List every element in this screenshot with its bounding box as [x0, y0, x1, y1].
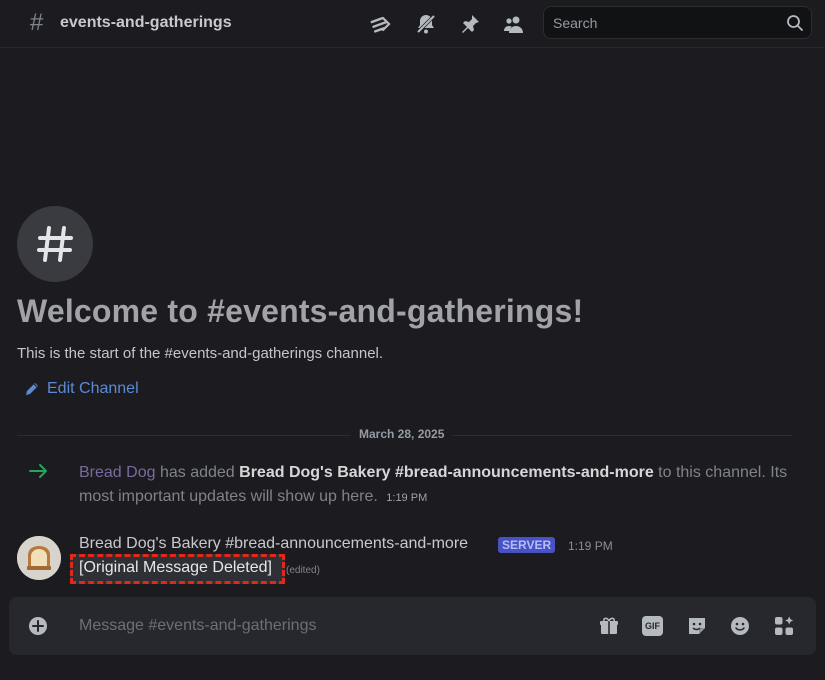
hash-icon: [37, 226, 73, 262]
search-box[interactable]: [543, 6, 812, 39]
message-author[interactable]: Bread Dog's Bakery #bread-announcements-…: [79, 535, 468, 553]
welcome-subtitle: This is the start of the #events-and-gat…: [17, 345, 384, 362]
server-badge: SERVER: [498, 537, 556, 553]
search-input[interactable]: [553, 14, 773, 32]
members-icon[interactable]: [502, 12, 526, 36]
channel-hash-icon: #: [30, 9, 44, 36]
edited-label: (edited): [286, 565, 320, 576]
edit-channel-link[interactable]: Edit Channel: [24, 380, 139, 398]
message-input[interactable]: [79, 615, 579, 637]
message-timestamp: 1:19 PM: [568, 539, 613, 553]
channel-header: # events-and-gatherings: [0, 0, 825, 48]
add-attachment-icon[interactable]: [28, 616, 48, 636]
search-icon: [787, 15, 803, 31]
system-message-verb: has added: [159, 464, 235, 481]
pin-icon[interactable]: [458, 12, 482, 36]
notification-muted-icon[interactable]: [414, 12, 438, 36]
emoji-icon[interactable]: [729, 615, 751, 637]
system-message-time: 1:19 PM: [386, 492, 428, 504]
date-divider-label: March 28, 2025: [351, 427, 453, 441]
system-message-actor[interactable]: Bread Dog: [79, 464, 156, 481]
edit-channel-label: Edit Channel: [47, 380, 139, 397]
avatar[interactable]: [17, 536, 61, 580]
apps-icon[interactable]: [773, 615, 795, 637]
system-message-target[interactable]: Bread Dog's Bakery #bread-announcements-…: [239, 464, 654, 481]
join-arrow-icon: [29, 464, 47, 478]
system-message: Bread Dog has added Bread Dog's Bakery #…: [79, 461, 799, 510]
sticker-icon[interactable]: [686, 615, 708, 637]
channel-hash-avatar: [17, 206, 93, 282]
message-content: [Original Message Deleted]: [79, 559, 272, 576]
gift-icon[interactable]: [598, 615, 620, 637]
gif-button[interactable]: GIF: [642, 616, 663, 636]
threads-icon[interactable]: [369, 12, 393, 36]
message-composer: GIF: [9, 597, 816, 655]
welcome-title: Welcome to #events-and-gatherings!: [17, 293, 584, 329]
bread-avatar-icon: [17, 536, 61, 580]
channel-title: events-and-gatherings: [60, 14, 232, 31]
pencil-icon: [26, 383, 38, 395]
